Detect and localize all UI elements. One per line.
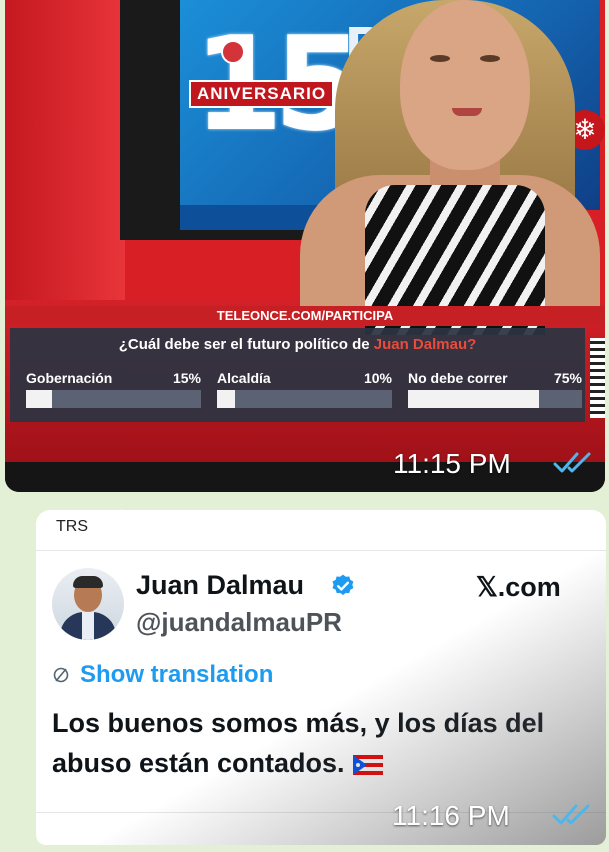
ornament-icon (221, 40, 245, 64)
message-timestamp: 11:16 PM (392, 800, 510, 831)
double-check-read-icon (552, 804, 590, 825)
poll-bar-fill (26, 390, 53, 408)
poll-bar-fill (217, 390, 235, 408)
sender-caption: TRS (56, 518, 88, 535)
tv-screenshot-image[interactable]: PTA 15 ANIVERSARIO ❄ TELEONCE.COM/PARTIC… (5, 0, 605, 462)
poll-option-percent: 15% (172, 370, 201, 386)
presenter-mouth (452, 108, 482, 116)
tweet-image-message-bubble[interactable]: TRS Juan Dalmau @juandalmauPR 𝕏.com Show… (36, 510, 606, 845)
poll-option-label: Gobernación (26, 370, 113, 386)
anniversary-logo-word: ANIVERSARIO (189, 80, 335, 108)
presenter-eye (480, 55, 500, 62)
divider (36, 812, 606, 813)
poll-bar-track (26, 390, 201, 408)
poll-option-percent: 75% (553, 370, 582, 386)
poll-question-name: Juan Dalmau? (373, 336, 477, 353)
show-translation-link[interactable]: Show translation (80, 661, 273, 689)
image-footer-shade (5, 462, 605, 492)
presenter-face (400, 0, 530, 170)
avatar[interactable] (52, 568, 124, 640)
x-logo-site: 𝕏.com (476, 572, 561, 602)
poll-option-label: No debe correr (408, 370, 508, 386)
poll-option-label: Alcaldía (217, 370, 271, 386)
globe-icon (53, 667, 69, 683)
poll-panel: ¿Cuál debe ser el futuro político de Jua… (10, 328, 585, 422)
verified-badge-icon (332, 574, 354, 595)
puerto-rico-flag-icon (352, 754, 383, 775)
image-message-bubble[interactable]: PTA 15 ANIVERSARIO ❄ TELEONCE.COM/PARTIC… (5, 0, 605, 492)
qr-code-icon (590, 338, 605, 418)
tweet-display-name[interactable]: Juan Dalmau (136, 570, 304, 601)
tweet-handle[interactable]: @juandalmauPR (136, 607, 342, 638)
poll-option-percent: 10% (363, 370, 392, 386)
double-check-read-icon (553, 452, 591, 473)
poll-bar-fill (408, 390, 539, 408)
avatar-hair (73, 576, 103, 588)
poll-url: TELEONCE.COM/PARTICIPA (216, 308, 394, 323)
poll-question: ¿Cuál debe ser el futuro político de Jua… (10, 336, 585, 353)
message-timestamp: 11:15 PM (393, 448, 511, 479)
divider (36, 550, 606, 551)
poll-question-text: ¿Cuál debe ser el futuro político de (118, 336, 374, 353)
tweet-text: Los buenos somos más, y los días del abu… (52, 703, 592, 783)
poll-bar-track (217, 390, 392, 408)
tweet-text-body: Los buenos somos más, y los días del abu… (52, 708, 545, 778)
avatar-shirt (82, 612, 94, 640)
poll-bar-track (408, 390, 582, 408)
presenter-eye (430, 55, 450, 62)
